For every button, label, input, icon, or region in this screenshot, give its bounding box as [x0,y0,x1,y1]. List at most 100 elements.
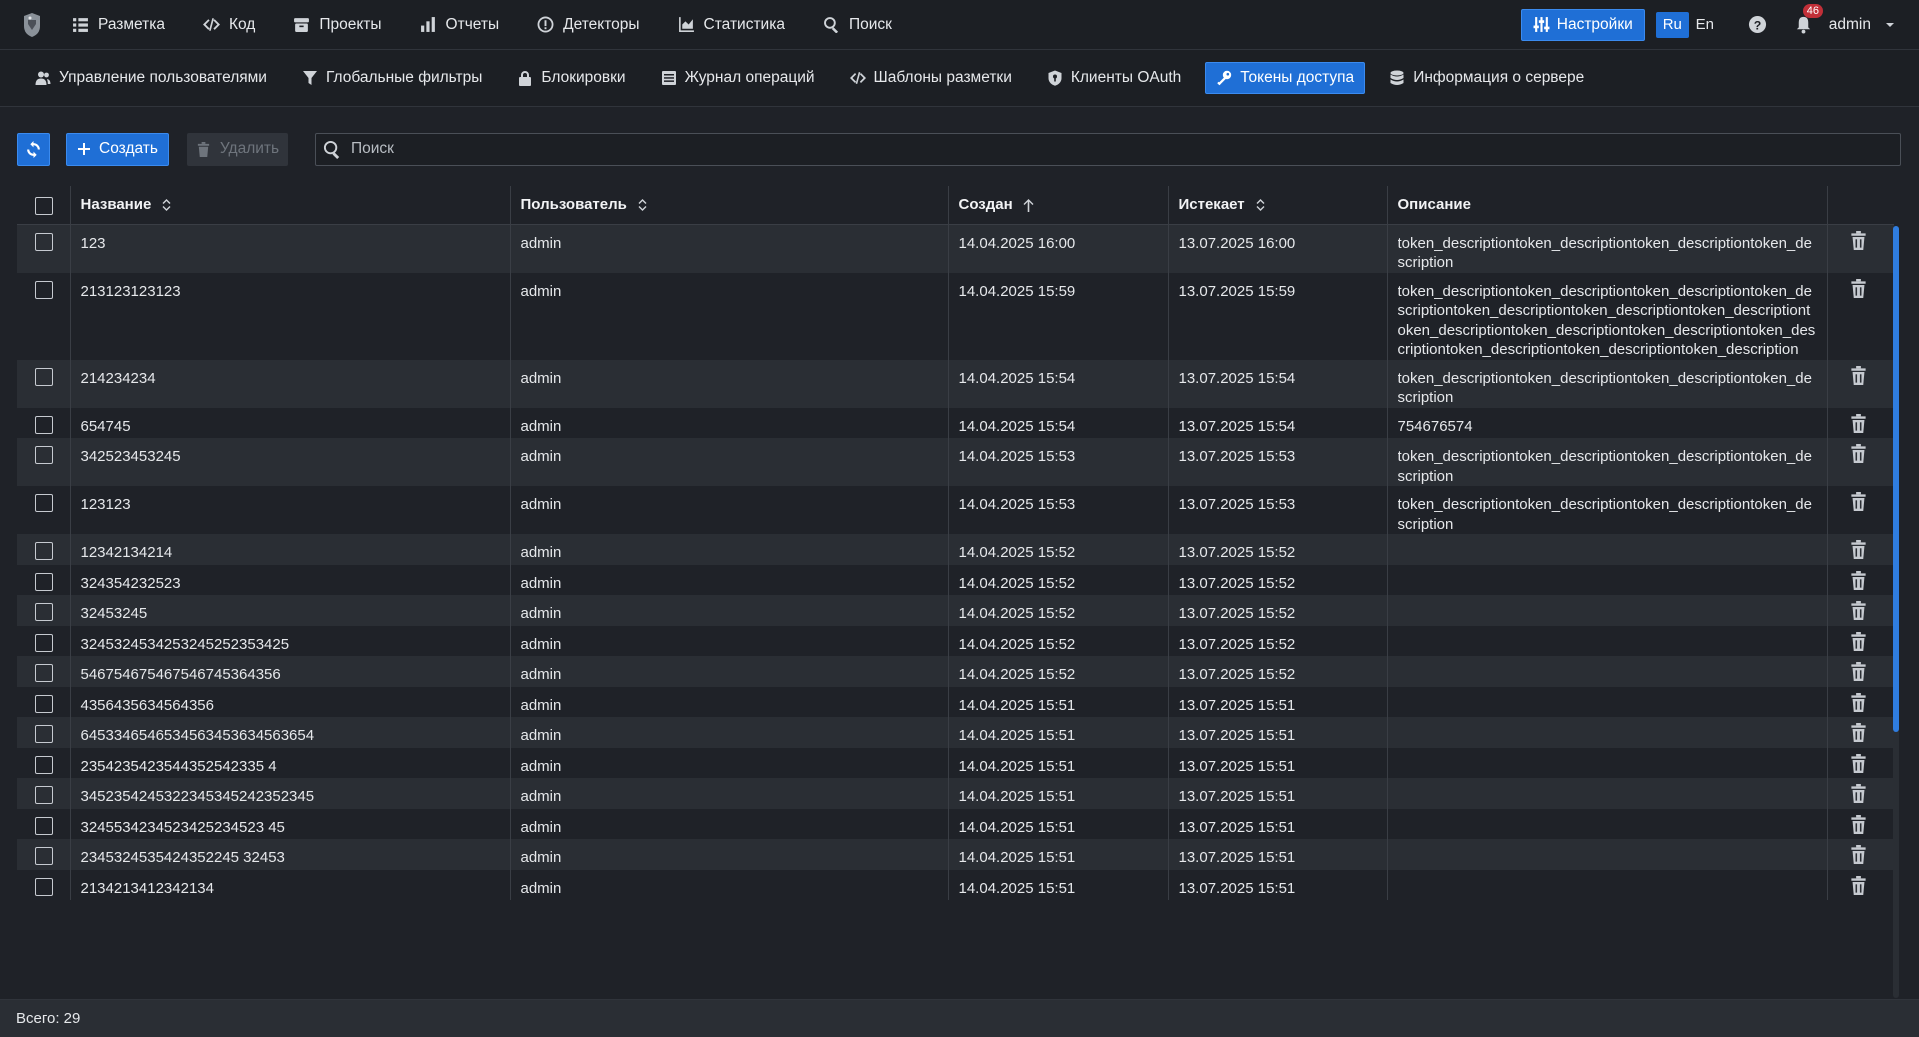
delete-row-icon[interactable] [1850,662,1867,681]
row-checkbox[interactable] [35,816,53,835]
lang-en-button[interactable]: En [1692,16,1718,33]
subnav-item-6[interactable]: Токены доступа [1205,62,1366,94]
row-checkbox[interactable] [35,280,53,299]
table-row[interactable]: 32453245 admin 14.04.2025 15:52 13.07.2025 … [17,595,1894,626]
delete-row-icon[interactable] [1850,845,1867,864]
table-row[interactable]: 3245324534253245252353425 admin 14.04.2025… [17,625,1894,656]
cell-user: admin [510,359,949,408]
table-row[interactable]: 3452354245322345345242352345 admin 14.04.2… [17,778,1894,809]
column-header-name[interactable]: Название [70,186,511,225]
table-row[interactable]: 214234234 admin 14.04.2025 15:54 13.07.2025… [17,359,1894,408]
row-checkbox[interactable] [35,232,53,251]
table-row[interactable]: 2345324535424352245 32453 admin 14.04.2025… [17,839,1894,870]
row-checkbox[interactable] [35,725,53,743]
table-row[interactable]: 324354232523 admin 14.04.2025 15:52 13.07.2… [17,564,1894,596]
row-checkbox[interactable] [35,572,53,591]
subnav-item-0[interactable]: Управление пользователями [24,62,278,94]
delete-row-icon[interactable] [1850,875,1867,895]
row-checkbox[interactable] [35,446,53,464]
row-checkbox[interactable] [35,664,53,682]
subnav-item-3[interactable]: Журнал операций [650,62,826,94]
subnav-item-2[interactable]: Блокировки [506,62,636,94]
notifications-button[interactable]: 46 [1794,4,1824,34]
cell-name: 214234234 [70,359,511,408]
row-checkbox[interactable] [35,847,53,865]
search-box[interactable] [315,132,1901,166]
row-checkbox[interactable] [35,694,53,713]
search-input[interactable] [351,140,1900,158]
select-all-checkbox[interactable] [35,196,53,215]
delete-row-icon[interactable] [1850,601,1867,620]
delete-row-icon[interactable] [1850,814,1867,834]
row-checkbox[interactable] [35,415,53,434]
delete-row-icon[interactable] [1850,570,1867,590]
table-row[interactable]: 213123123123 admin 14.04.2025 15:59 13.07.2… [17,272,1894,360]
cell-description [1387,808,1828,839]
description-text: token_descriptiontoken_descriptiontoken_… [1397,234,1812,272]
row-checkbox[interactable] [35,755,53,774]
delete-row-icon[interactable] [1850,444,1867,463]
topnav-item-3[interactable]: Отчеты [420,16,499,34]
topnav-item-6[interactable]: Поиск [823,16,892,34]
delete-row-icon[interactable] [1850,540,1867,559]
subnav-item-5[interactable]: Клиенты OAuth [1036,62,1192,94]
delete-row-icon[interactable] [1850,784,1867,803]
delete-row-icon[interactable] [1850,278,1867,298]
column-header-expires[interactable]: Истекает [1168,186,1388,225]
row-checkbox[interactable] [35,542,53,560]
topnav-item-1[interactable]: Код [202,16,255,34]
lock-icon [519,71,532,86]
topnav-item-0[interactable]: Разметка [72,16,165,34]
subnav-item-4[interactable]: Шаблоны разметки [839,62,1023,94]
cell-user: admin [510,438,949,486]
row-checkbox[interactable] [35,877,53,896]
table-row[interactable]: 2134213412342134 admin 14.04.2025 15:51 13.… [17,869,1894,900]
delete-row-icon[interactable] [1850,753,1867,773]
column-header-user[interactable]: Пользователь [510,186,949,225]
app-logo[interactable] [18,11,46,39]
row-actions-cell [1827,565,1894,596]
subnav-item-label: Клиенты OAuth [1070,69,1182,86]
row-checkbox[interactable] [35,786,53,804]
row-checkbox[interactable] [35,633,53,652]
delete-button[interactable]: Удалить [187,132,288,166]
subnav-item-7[interactable]: Информация о сервере [1378,62,1595,94]
delete-row-icon[interactable] [1850,413,1867,433]
topnav-item-5[interactable]: Статистика [678,16,785,34]
delete-row-icon[interactable] [1850,631,1867,651]
key-icon [1217,70,1232,86]
subnav-item-1[interactable]: Глобальные фильтры [291,62,493,94]
table-row[interactable]: 654745 admin 14.04.2025 15:54 13.07.2025 15… [17,407,1894,438]
refresh-button[interactable] [17,132,50,166]
table-row[interactable]: 6453346546534563453634563654 admin 14.04.2… [17,717,1894,748]
delete-row-icon[interactable] [1850,692,1867,712]
cell-name: 32453245 [70,595,511,626]
delete-row-icon[interactable] [1850,492,1867,511]
row-checkbox[interactable] [35,603,53,621]
table-row[interactable]: 4356435634564356 admin 14.04.2025 15:51 13.… [17,686,1894,717]
table-row[interactable]: 342523453245 admin 14.04.2025 15:53 13.07.2… [17,438,1894,486]
user-menu[interactable]: admin [1829,16,1895,34]
row-checkbox[interactable] [35,494,53,512]
topnav-item-2[interactable]: Проекты [293,16,382,34]
table-row[interactable]: 3245534234523425234523 45 admin 14.04.2025… [17,808,1894,839]
delete-row-icon[interactable] [1850,230,1867,250]
table-row[interactable]: 123123 admin 14.04.2025 15:53 13.07.2025 15… [17,486,1894,534]
column-header-created[interactable]: Создан [948,186,1169,225]
cell-created: 14.04.2025 15:59 [948,272,1169,360]
table-row[interactable]: 2354235423544352542335 4 admin 14.04.2025 … [17,747,1894,778]
delete-row-icon[interactable] [1850,723,1867,742]
scrollbar-thumb[interactable] [1893,226,1899,732]
delete-row-icon[interactable] [1850,365,1867,385]
settings-button[interactable]: Настройки [1520,8,1645,41]
table-row[interactable]: 123 admin 14.04.2025 16:00 13.07.2025 16:00… [17,224,1894,273]
cell-created: 14.04.2025 15:52 [948,656,1169,687]
table-row[interactable]: 12342134214 admin 14.04.2025 15:52 13.07.20… [17,534,1894,565]
create-button[interactable]: Создать [66,132,169,166]
lang-ru-button[interactable]: Ru [1655,11,1689,38]
table-row[interactable]: 546754675467546745364356 admin 14.04.2025 … [17,656,1894,687]
row-checkbox[interactable] [35,367,53,386]
cell-expires: 13.07.2025 15:51 [1168,778,1388,809]
topnav-item-4[interactable]: Детекторы [537,16,640,34]
help-icon[interactable]: ? [1748,15,1767,34]
